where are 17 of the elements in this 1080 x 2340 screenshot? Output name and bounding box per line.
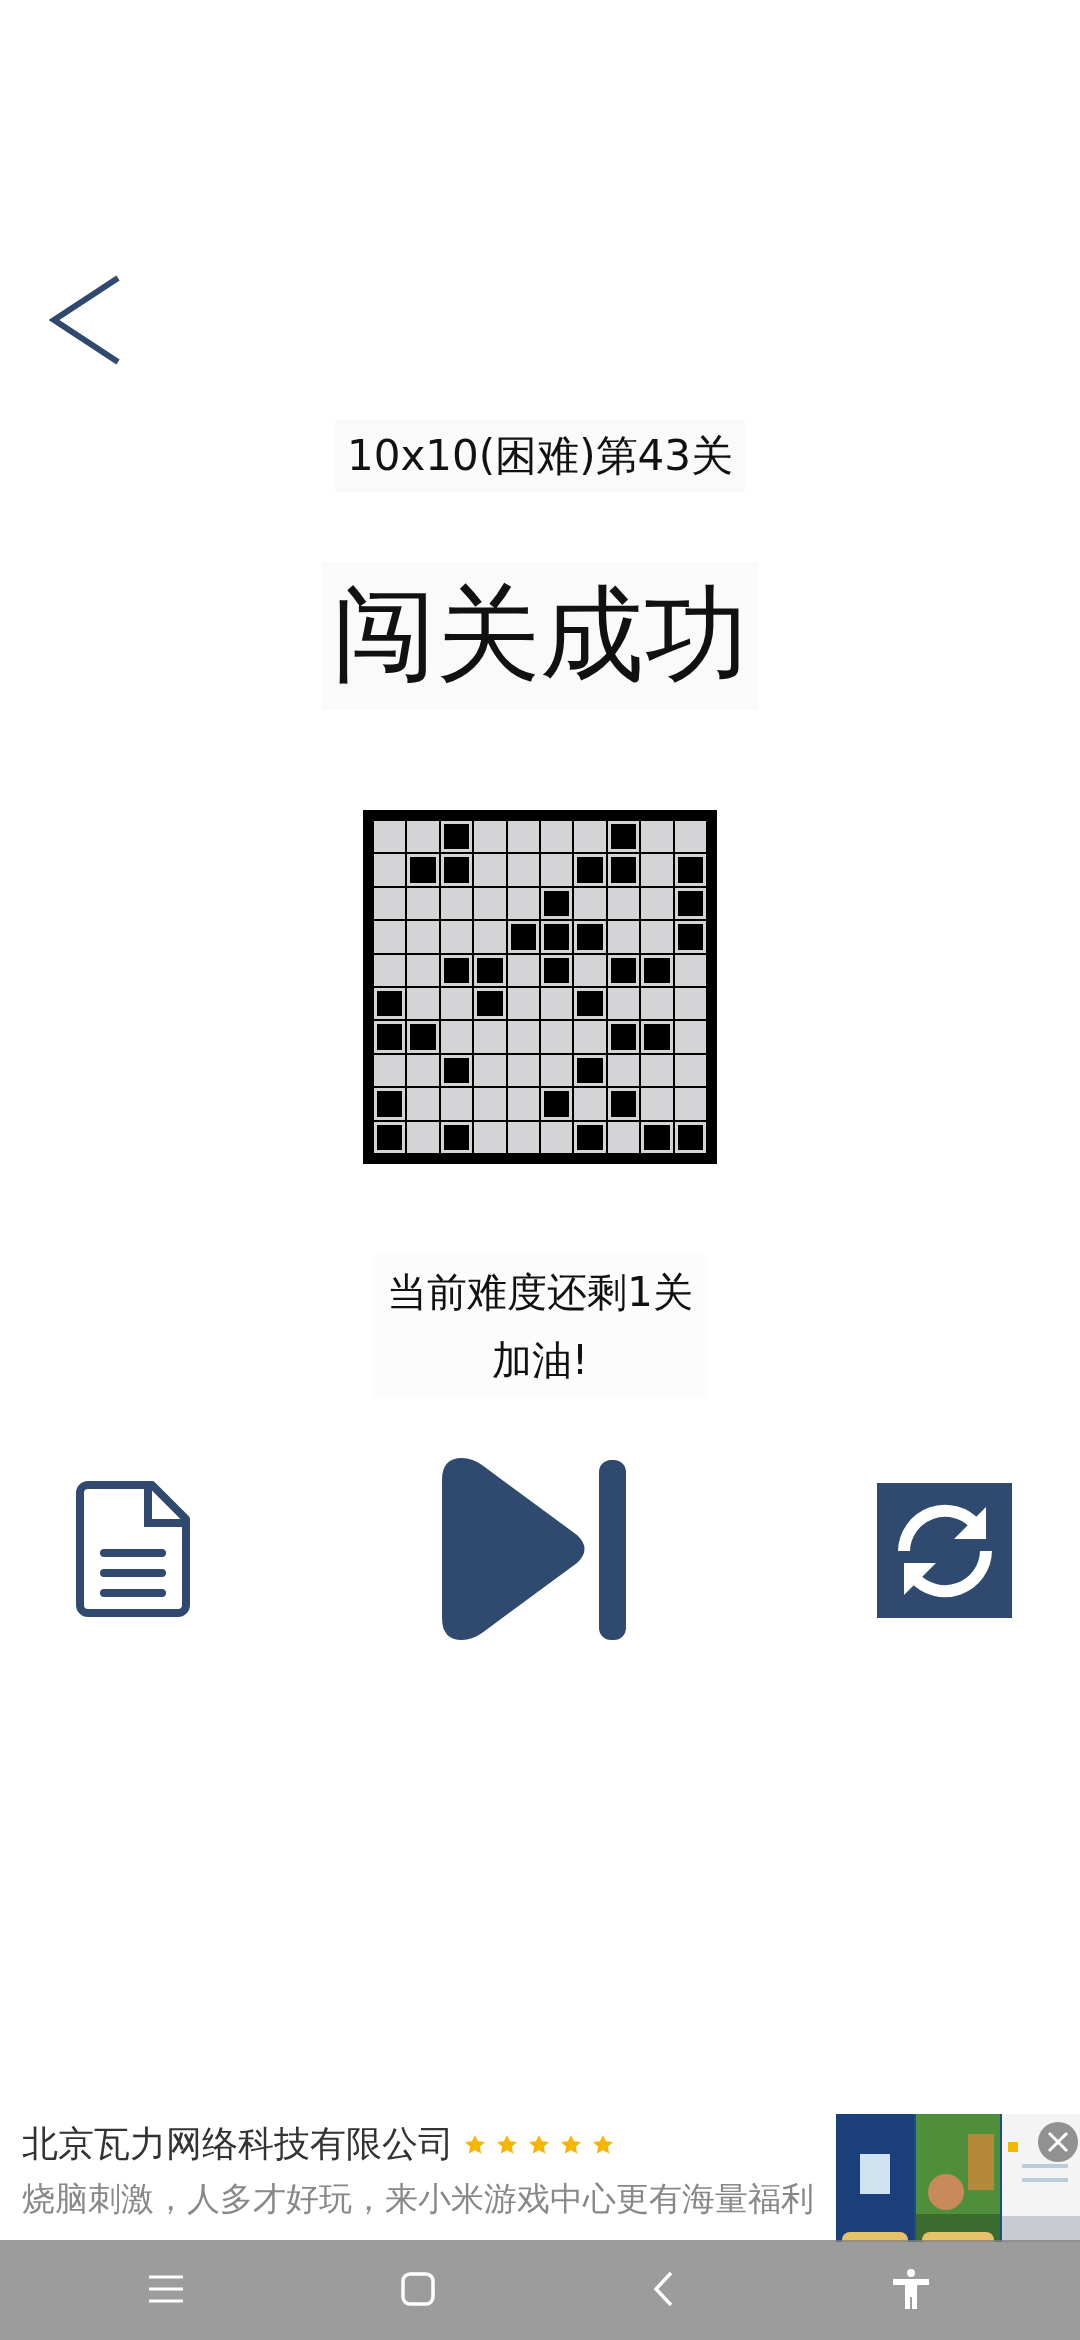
refresh-button[interactable] [877,1483,1012,1618]
star-icon [560,2133,582,2156]
star-icon [496,2133,518,2156]
star-icon [528,2133,550,2156]
home-icon[interactable] [401,2271,435,2309]
company-name[interactable]: 北京瓦力网络科技有限公司 [22,2120,454,2169]
result-title: 闯关成功 [322,562,758,710]
level-title: 10x10(困难)第43关 [335,420,745,492]
star-icon [464,2133,486,2156]
star-icon [592,2133,614,2156]
accessibility-icon[interactable] [891,2268,931,2312]
message-text: 当前难度还剩1关 [387,1268,693,1317]
menu-icon[interactable] [149,2274,183,2306]
ad-description[interactable]: 烧脑刺激，人多才好玩，来小米游戏中心更有海量福利 [22,2177,836,2222]
document-icon[interactable] [76,1481,190,1620]
skip-next-icon[interactable] [441,1458,626,1643]
message-text: 加油! [491,1336,588,1385]
